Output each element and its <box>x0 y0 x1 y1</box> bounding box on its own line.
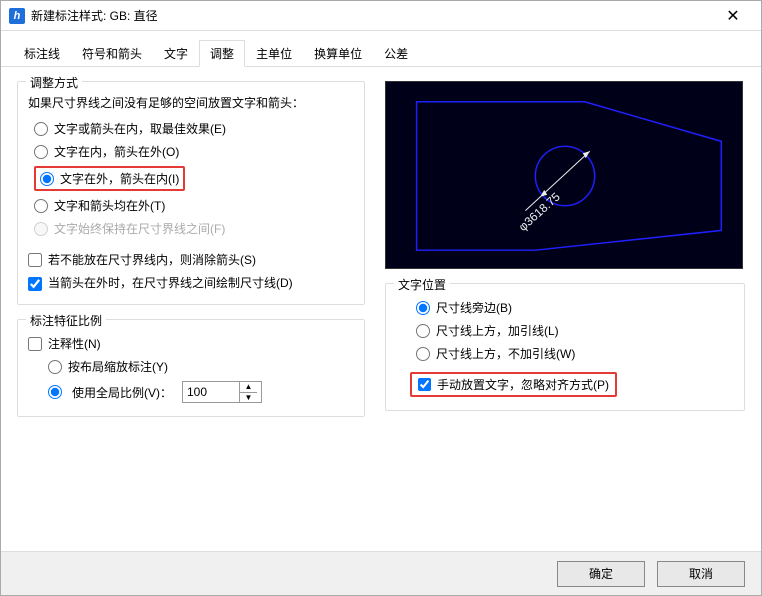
suppress-arrows-checkbox[interactable] <box>28 253 42 267</box>
textpos-radio-beside[interactable] <box>416 301 430 315</box>
annotative-checkbox[interactable] <box>28 337 42 351</box>
tab-text[interactable]: 文字 <box>153 40 199 67</box>
overall-scale-label[interactable]: 使用全局比例(V)： <box>72 384 172 401</box>
fit-intro-text: 如果尺寸界线之间没有足够的空间放置文字和箭头： <box>28 94 354 111</box>
tab-fit[interactable]: 调整 <box>199 40 245 67</box>
cancel-button[interactable]: 取消 <box>657 561 745 587</box>
manual-place-checkbox[interactable] <box>418 378 431 391</box>
window-title: 新建标注样式: GB: 直径 <box>31 7 713 24</box>
textpos-label-over-leader[interactable]: 尺寸线上方，加引线(L) <box>436 322 559 339</box>
scale-group-title: 标注特征比例 <box>26 312 106 329</box>
textpos-radio-over-noleader[interactable] <box>416 347 430 361</box>
fit-options-group: 调整方式 如果尺寸界线之间没有足够的空间放置文字和箭头： 文字或箭头在内，取最佳… <box>17 81 365 305</box>
textpos-label-beside[interactable]: 尺寸线旁边(B) <box>436 299 512 316</box>
manual-place-label[interactable]: 手动放置文字，忽略对齐方式(P) <box>437 376 609 393</box>
tab-content: 调整方式 如果尺寸界线之间没有足够的空间放置文字和箭头： 文字或箭头在内，取最佳… <box>1 67 761 559</box>
layout-scale-radio[interactable] <box>48 360 62 374</box>
fit-radio-both-out[interactable] <box>34 199 48 213</box>
overall-scale-input[interactable] <box>183 382 239 402</box>
preview-panel: φ3618.75 <box>385 81 743 269</box>
spin-down-icon[interactable]: ▼ <box>240 393 257 403</box>
fit-label-best[interactable]: 文字或箭头在内，取最佳效果(E) <box>54 120 226 137</box>
fit-radio-text-out[interactable] <box>40 172 54 186</box>
fit-radio-best[interactable] <box>34 122 48 136</box>
ok-button[interactable]: 确定 <box>557 561 645 587</box>
draw-dimline-checkbox[interactable] <box>28 277 42 291</box>
annotative-label[interactable]: 注释性(N) <box>48 335 101 352</box>
text-position-group: 文字位置 尺寸线旁边(B) 尺寸线上方，加引线(L) 尺寸线上方，不加引线(W)… <box>385 283 745 411</box>
spin-up-icon[interactable]: ▲ <box>240 382 257 393</box>
textpos-radio-over-leader[interactable] <box>416 324 430 338</box>
preview-drawing: φ3618.75 <box>386 82 742 268</box>
fit-label-text-in[interactable]: 文字在内，箭头在外(O) <box>54 143 179 160</box>
overall-scale-radio[interactable] <box>48 385 62 399</box>
tab-tolerances[interactable]: 公差 <box>373 40 419 67</box>
tab-alternate-units[interactable]: 换算单位 <box>303 40 373 67</box>
fit-radio-always-between <box>34 222 48 236</box>
tab-symbols[interactable]: 符号和箭头 <box>71 40 153 67</box>
app-icon: h <box>9 8 25 24</box>
tab-dimlines[interactable]: 标注线 <box>13 40 71 67</box>
draw-dimline-label[interactable]: 当箭头在外时，在尺寸界线之间绘制尺寸线(D) <box>48 274 293 291</box>
titlebar: h 新建标注样式: GB: 直径 ✕ <box>1 1 761 31</box>
layout-scale-label[interactable]: 按布局缩放标注(Y) <box>68 358 168 375</box>
textpos-group-title: 文字位置 <box>394 276 450 293</box>
scale-group: 标注特征比例 注释性(N) 按布局缩放标注(Y) 使用全局比例(V)： ▲▼ <box>17 319 365 417</box>
close-icon[interactable]: ✕ <box>713 6 753 26</box>
preview-dim-text: φ3618.75 <box>516 189 563 234</box>
tab-bar: 标注线 符号和箭头 文字 调整 主单位 换算单位 公差 <box>1 31 761 67</box>
fit-label-text-out[interactable]: 文字在外，箭头在内(I) <box>60 170 179 187</box>
fit-label-always-between: 文字始终保持在尺寸界线之间(F) <box>54 220 225 237</box>
tab-primary-units[interactable]: 主单位 <box>245 40 303 67</box>
suppress-arrows-label[interactable]: 若不能放在尺寸界线内，则消除箭头(S) <box>48 251 256 268</box>
fit-label-both-out[interactable]: 文字和箭头均在外(T) <box>54 197 165 214</box>
fit-radio-text-in[interactable] <box>34 145 48 159</box>
fit-group-title: 调整方式 <box>26 74 82 91</box>
overall-scale-stepper[interactable]: ▲▼ <box>182 381 262 403</box>
dialog-footer: 确定 取消 <box>1 551 761 595</box>
textpos-label-over-noleader[interactable]: 尺寸线上方，不加引线(W) <box>436 345 575 362</box>
